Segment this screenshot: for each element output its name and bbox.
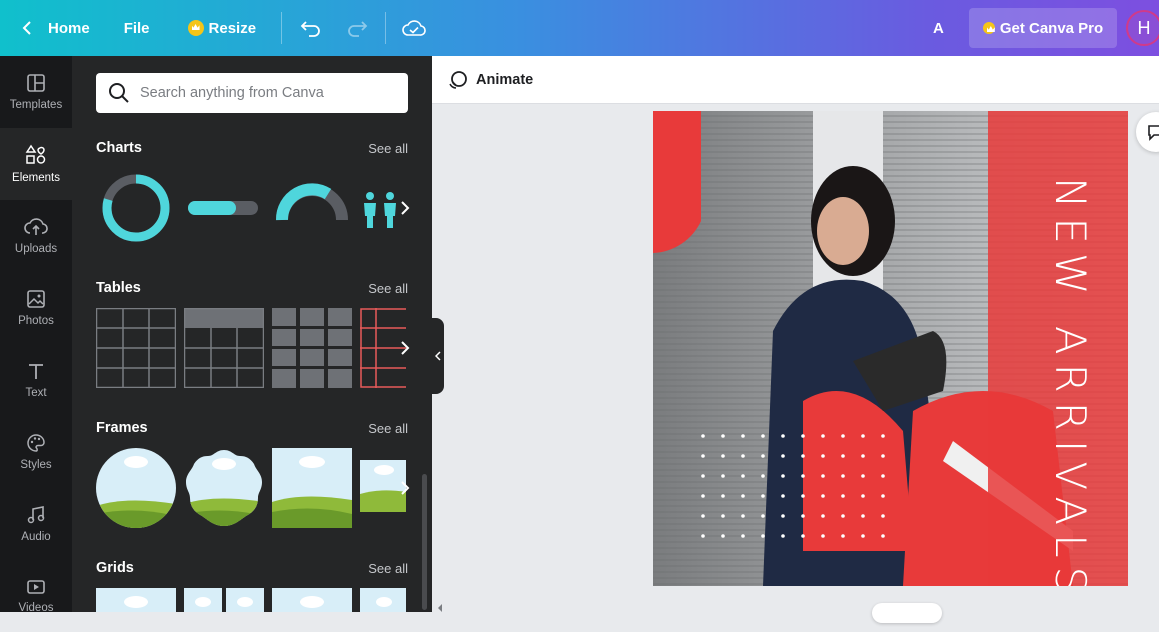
donut-chart-thumbnail[interactable] xyxy=(96,170,176,250)
sidebar-item-label: Elements xyxy=(12,172,60,184)
see-all-grids-link[interactable]: See all xyxy=(368,561,408,576)
sidebar-item-text[interactable]: Text xyxy=(0,344,72,416)
avatar[interactable]: H xyxy=(1126,10,1159,46)
home-label: Home xyxy=(48,19,90,37)
sidebar-item-videos[interactable]: Videos xyxy=(0,560,72,632)
text-icon xyxy=(29,364,43,379)
rectangle-frame-thumbnail[interactable] xyxy=(272,448,352,528)
animate-icon xyxy=(449,70,467,89)
chevron-right-icon xyxy=(401,481,410,495)
home-button[interactable]: Home xyxy=(20,0,90,56)
grid-single-thumbnail[interactable] xyxy=(96,588,176,612)
crown-icon xyxy=(982,22,995,34)
sidebar-item-label: Videos xyxy=(18,602,54,614)
charts-next-button[interactable] xyxy=(394,188,416,228)
circle-frame-thumbnail[interactable] xyxy=(96,448,176,528)
grid-two-thumbnail[interactable] xyxy=(184,588,264,612)
user-initial[interactable]: A xyxy=(933,0,944,56)
sidebar-item-templates[interactable]: Templates xyxy=(0,56,72,128)
panel-scrollbar[interactable] xyxy=(422,474,427,610)
chevron-right-icon xyxy=(401,201,410,215)
get-canva-pro-button[interactable]: Get Canva Pro xyxy=(969,8,1117,48)
cloud-check-icon xyxy=(402,20,426,36)
palette-icon xyxy=(27,434,45,452)
table-filled-thumbnail[interactable] xyxy=(272,308,352,388)
sidebar-item-label: Text xyxy=(25,387,47,399)
elements-panel: Search anything from Canva Charts See al… xyxy=(72,56,432,612)
see-all-tables-link[interactable]: See all xyxy=(368,281,408,296)
file-label: File xyxy=(123,19,150,37)
upload-cloud-icon xyxy=(24,218,48,235)
see-all-frames-link[interactable]: See all xyxy=(368,421,408,436)
section-title-tables: Tables xyxy=(96,280,141,296)
search-placeholder: Search anything from Canva xyxy=(140,85,324,101)
animate-label: Animate xyxy=(476,71,534,88)
toolbar-divider xyxy=(281,12,283,44)
video-icon xyxy=(27,580,45,594)
sidebar-item-label: Uploads xyxy=(14,243,58,255)
side-navigation: Templates Elements Uploads Photos Text S… xyxy=(0,56,72,614)
section-title-frames: Frames xyxy=(96,420,148,436)
gauge-chart-thumbnail[interactable] xyxy=(272,170,352,250)
templates-icon xyxy=(27,74,45,92)
frames-next-button[interactable] xyxy=(394,468,416,508)
collapse-panel-button[interactable] xyxy=(431,318,444,394)
sidebar-item-styles[interactable]: Styles xyxy=(0,416,72,488)
table-header-thumbnail[interactable] xyxy=(184,308,264,388)
sidebar-item-label: Templates xyxy=(9,99,63,111)
chevron-left-icon xyxy=(434,351,441,361)
sidebar-item-label: Styles xyxy=(20,459,52,471)
file-menu-button[interactable]: File xyxy=(124,0,150,56)
grid-four-thumbnail[interactable] xyxy=(360,588,406,612)
animate-button[interactable]: Animate xyxy=(446,70,533,90)
undo-icon xyxy=(300,21,320,37)
sidebar-item-elements[interactable]: Elements xyxy=(0,128,72,200)
table-grid-thumbnail[interactable] xyxy=(96,308,176,388)
chevron-right-icon xyxy=(401,341,410,355)
see-all-charts-link[interactable]: See all xyxy=(368,141,408,156)
sidebar-item-label: Photos xyxy=(18,315,54,327)
progress-bar-thumbnail[interactable] xyxy=(184,170,264,250)
search-icon xyxy=(109,83,129,103)
photo-icon xyxy=(27,290,45,308)
music-note-icon xyxy=(27,506,45,524)
sidebar-item-photos[interactable]: Photos xyxy=(0,272,72,344)
scroll-left-arrow[interactable] xyxy=(436,600,444,612)
new-arrivals-text[interactable]: NEW ARRIVALS xyxy=(1046,177,1095,586)
tables-next-button[interactable] xyxy=(394,328,416,368)
comment-icon xyxy=(1148,125,1159,141)
chevron-left-icon xyxy=(22,21,31,35)
scalloped-frame-thumbnail[interactable] xyxy=(184,448,264,528)
resize-label: Resize xyxy=(208,19,257,37)
sidebar-item-audio[interactable]: Audio xyxy=(0,488,72,560)
section-title-charts: Charts xyxy=(96,140,142,156)
elements-icon xyxy=(25,144,46,164)
resize-button[interactable]: Resize xyxy=(187,0,257,56)
editor-toolbar: Animate xyxy=(432,56,1159,104)
design-canvas[interactable]: NEW ARRIVALS xyxy=(653,111,1128,586)
cloud-save-button[interactable] xyxy=(402,0,426,56)
search-input[interactable]: Search anything from Canva xyxy=(96,73,408,113)
redo-button[interactable] xyxy=(346,0,368,56)
sidebar-item-uploads[interactable]: Uploads xyxy=(0,200,72,272)
comment-button[interactable] xyxy=(1136,112,1159,152)
crown-icon xyxy=(187,20,204,36)
sidebar-item-label: Audio xyxy=(21,531,51,543)
top-bar: Home File Resize A Get Canva Pro H xyxy=(0,0,1159,56)
undo-button[interactable] xyxy=(300,0,322,56)
redo-icon xyxy=(348,21,368,37)
toolbar-divider xyxy=(385,12,387,44)
grid-three-thumbnail[interactable] xyxy=(272,588,352,612)
page-controls-pill[interactable] xyxy=(872,603,942,623)
pro-label: Get Canva Pro xyxy=(999,19,1104,37)
section-title-grids: Grids xyxy=(96,560,134,576)
